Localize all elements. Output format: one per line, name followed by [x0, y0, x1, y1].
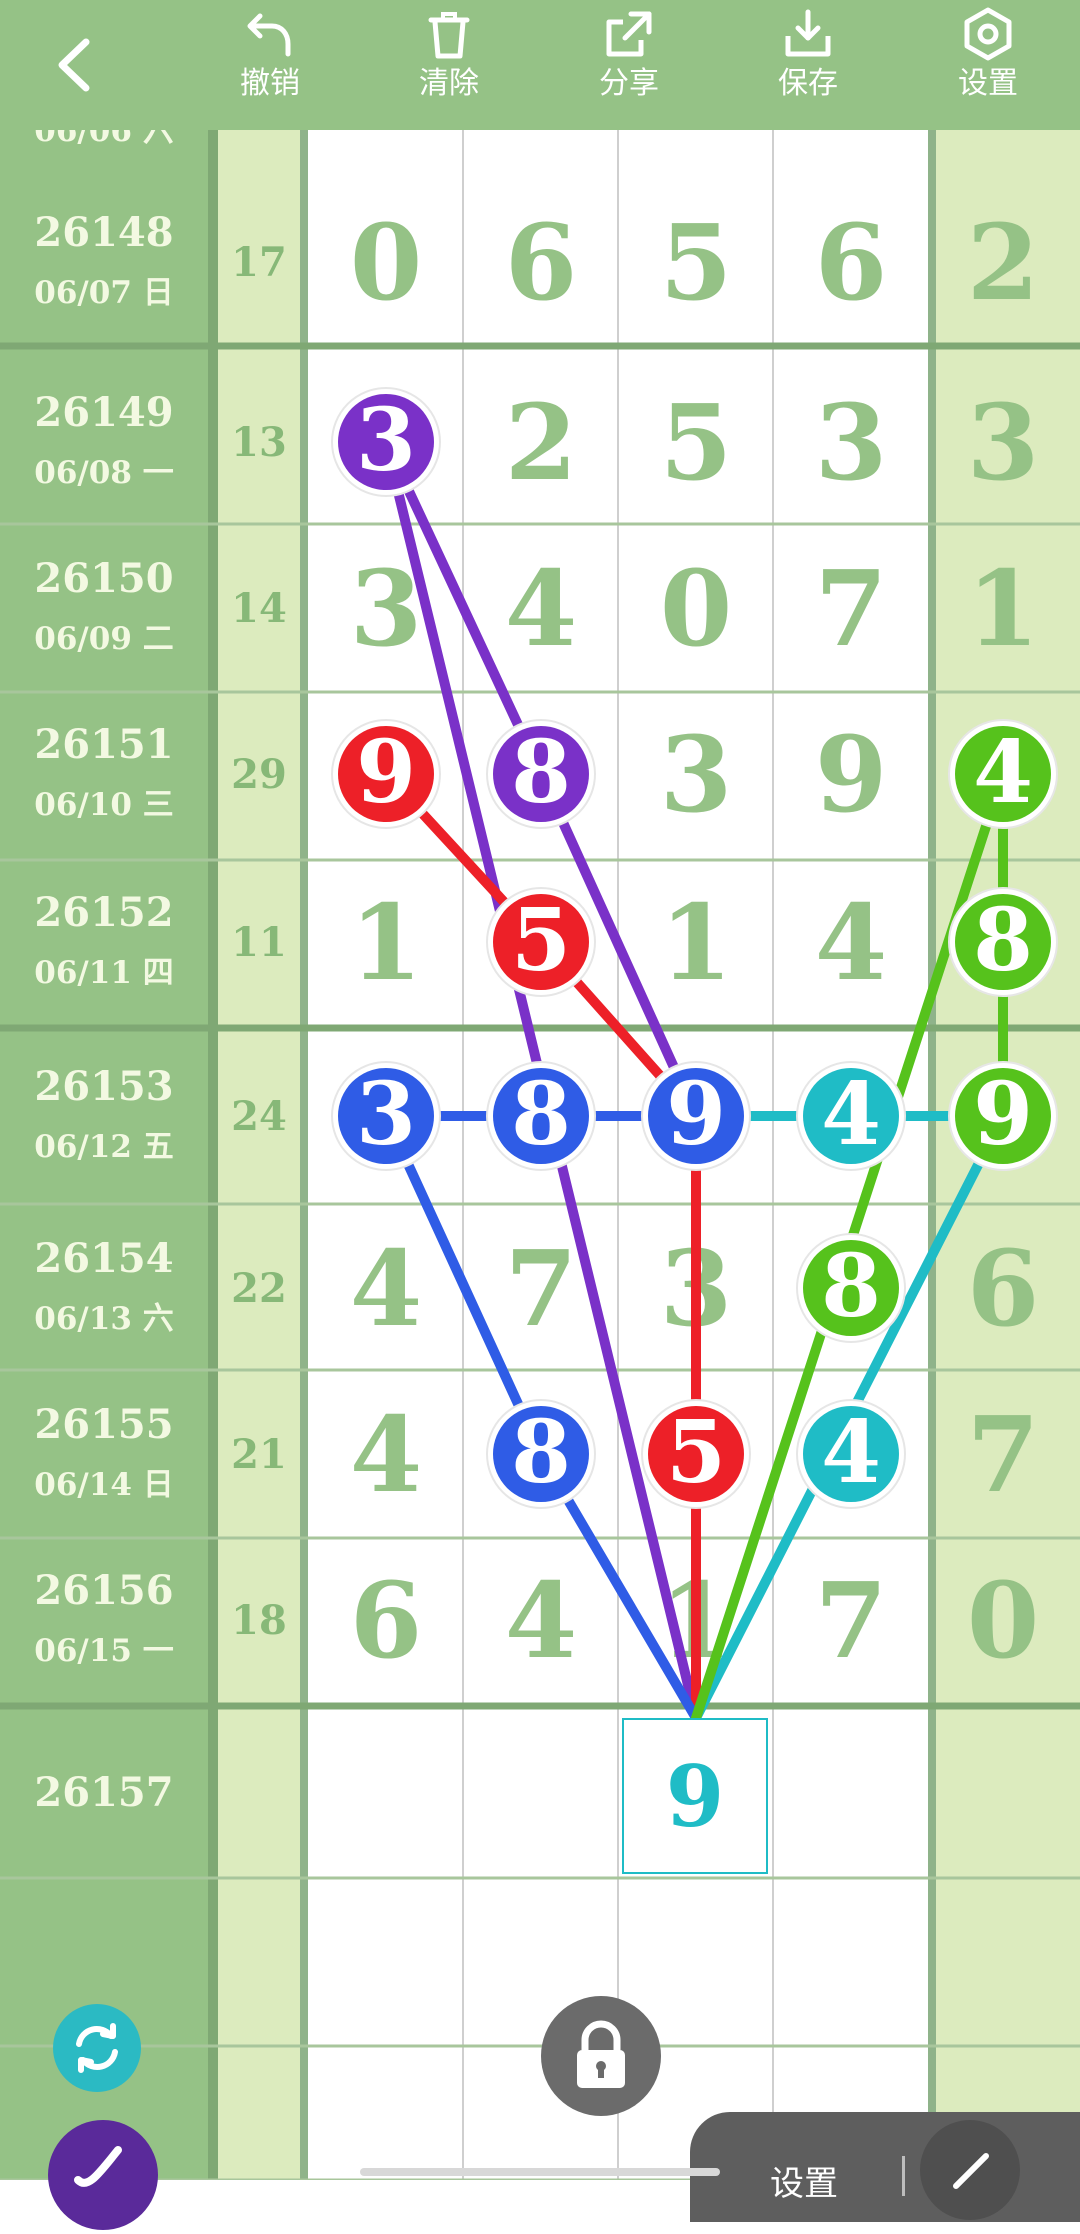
undo-label: 撤销: [240, 66, 300, 101]
clear-button[interactable]: 清除: [389, 6, 509, 124]
clear-label: 清除: [419, 66, 479, 101]
save-label: 保存: [778, 66, 838, 101]
number-ball-value: 9: [973, 1064, 1033, 1165]
number-ball[interactable]: 8: [796, 1233, 906, 1343]
settings-label: 设置: [958, 66, 1018, 101]
number-ball[interactable]: 4: [948, 719, 1058, 829]
number-ball-value: 8: [511, 1064, 571, 1165]
number-ball-value: 4: [973, 722, 1033, 823]
share-button[interactable]: 分享: [569, 6, 689, 124]
number-ball-value: 8: [821, 1236, 881, 1337]
number-ball[interactable]: 8: [486, 1061, 596, 1171]
number-ball-value: 8: [511, 1402, 571, 1503]
lock-icon: [577, 2020, 625, 2088]
refresh-button[interactable]: [53, 2004, 141, 2092]
number-ball-value: 8: [511, 722, 571, 823]
number-ball[interactable]: 9: [948, 1061, 1058, 1171]
bottom-settings-panel[interactable]: 设置: [690, 2112, 1080, 2222]
number-ball[interactable]: 4: [796, 1399, 906, 1509]
top-toolbar: 撤销 清除 分享 保存 设置: [0, 0, 1080, 130]
scroll-indicator[interactable]: [360, 2168, 720, 2176]
chevron-left-icon: [58, 38, 90, 92]
lock-button[interactable]: [541, 1996, 661, 2116]
pencil-icon: [953, 2153, 989, 2189]
number-ball-value: 3: [356, 1064, 416, 1165]
undo-button[interactable]: 撤销: [210, 6, 330, 124]
bottom-settings-label: 设置: [770, 2164, 838, 2204]
undo-icon: [247, 13, 291, 57]
number-ball[interactable]: 5: [641, 1399, 751, 1509]
number-ball-value: 5: [666, 1402, 726, 1503]
trash-icon: [428, 12, 470, 59]
number-ball[interactable]: 9: [331, 719, 441, 829]
brush-button[interactable]: [48, 2120, 158, 2230]
prediction-value: 9: [665, 1746, 725, 1846]
save-button[interactable]: 保存: [748, 6, 868, 124]
brush-icon: [74, 2146, 122, 2187]
prediction-box[interactable]: 9: [622, 1718, 768, 1874]
number-ball[interactable]: 5: [486, 887, 596, 997]
refresh-icon: [76, 2023, 118, 2073]
number-ball-value: 3: [356, 390, 416, 491]
number-ball[interactable]: 3: [331, 387, 441, 497]
number-ball[interactable]: 8: [948, 887, 1058, 997]
number-ball-value: 5: [511, 890, 571, 991]
number-ball-value: 4: [821, 1064, 881, 1165]
save-icon: [785, 9, 831, 57]
settings-button[interactable]: 设置: [928, 6, 1048, 124]
settings-icon: [964, 7, 1012, 61]
panel-divider: [902, 2156, 905, 2196]
share-label: 分享: [599, 66, 659, 101]
number-ball[interactable]: 8: [486, 719, 596, 829]
number-ball-value: 9: [666, 1064, 726, 1165]
number-ball[interactable]: 9: [641, 1061, 751, 1171]
number-ball-value: 9: [356, 722, 416, 823]
back-button[interactable]: [40, 30, 110, 100]
number-ball[interactable]: 4: [796, 1061, 906, 1171]
number-ball[interactable]: 8: [486, 1399, 596, 1509]
connection-overlay: 39 8 45 83 8 9 4 988 5 4: [331, 387, 1058, 1723]
share-icon: [606, 11, 652, 57]
number-ball-value: 4: [821, 1402, 881, 1503]
number-ball[interactable]: 3: [331, 1061, 441, 1171]
edit-button[interactable]: [920, 2120, 1020, 2220]
number-ball-value: 8: [973, 890, 1033, 991]
